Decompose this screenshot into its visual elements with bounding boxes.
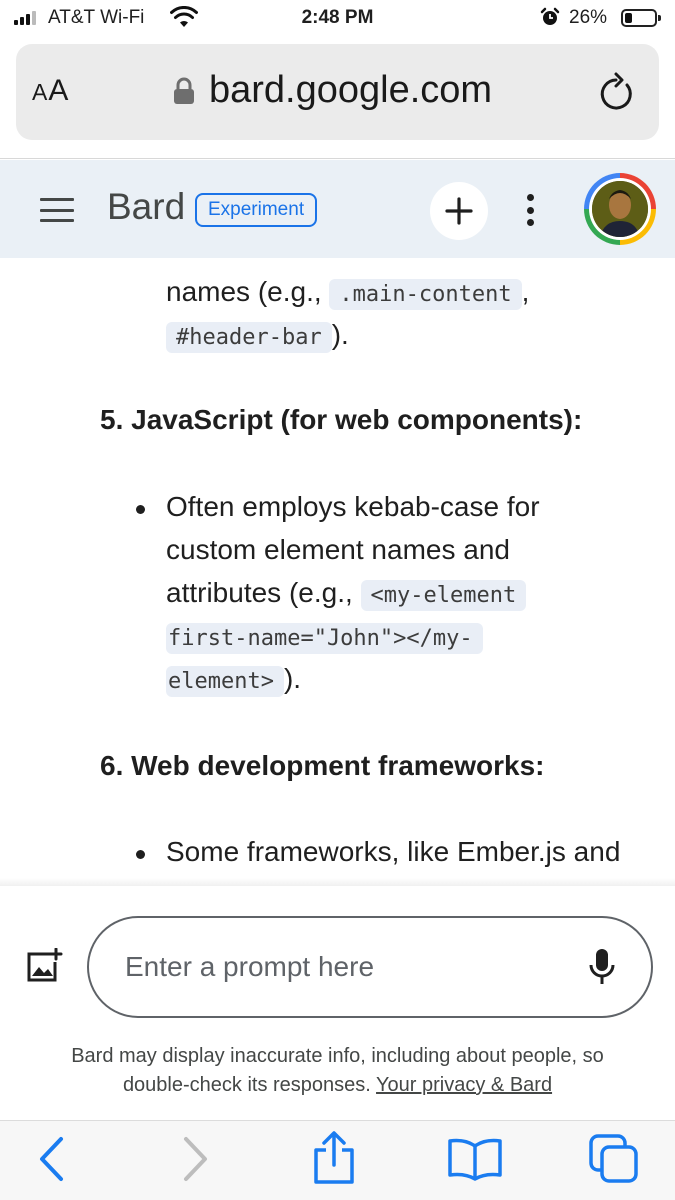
more-options-icon[interactable] — [525, 194, 535, 226]
app-header: Bard Experiment — [0, 160, 675, 258]
section-heading: 5. JavaScript (for web components): — [100, 404, 583, 435]
disclaimer-text: double-check its responses. — [122, 1074, 377, 1096]
inline-code: <my-element — [360, 580, 527, 611]
inline-code: first-name="John"></my- — [166, 623, 483, 654]
text-line: attributes (e.g., <my-element — [166, 577, 527, 611]
text-size-button[interactable]: AA — [32, 74, 69, 108]
address-bar[interactable]: AA bard.google.com — [16, 44, 659, 140]
forward-icon[interactable] — [180, 1135, 210, 1188]
response-text: Some frameworks, like Ember.js and — [166, 836, 621, 867]
bookmarks-icon[interactable] — [447, 1137, 503, 1186]
response-text: names (e.g., — [166, 276, 330, 307]
text-line: element>). — [166, 663, 302, 697]
disclaimer: Bard may display inaccurate info, includ… — [0, 1042, 675, 1100]
inline-code: .main-content — [329, 279, 522, 310]
response-text: , — [521, 276, 530, 307]
scroll-fade — [0, 878, 675, 886]
menu-icon[interactable] — [40, 198, 74, 222]
url-domain[interactable]: bard.google.com — [209, 69, 492, 112]
privacy-link[interactable]: Your privacy & Bard — [376, 1074, 552, 1096]
response-text: ). — [331, 319, 349, 350]
text-line: #header-bar). — [166, 319, 349, 353]
account-avatar-button[interactable] — [584, 173, 656, 245]
reload-icon[interactable] — [596, 70, 636, 119]
plus-icon — [445, 197, 473, 225]
upload-image-icon[interactable] — [25, 947, 63, 989]
alarm-icon — [540, 7, 560, 33]
inline-code: element> — [166, 666, 284, 697]
bullet-icon — [136, 850, 145, 859]
microphone-icon[interactable] — [588, 948, 616, 991]
response-text: custom element names and — [166, 534, 510, 565]
app-title[interactable]: Bard — [107, 186, 185, 228]
disclaimer-text: Bard may display inaccurate info, includ… — [71, 1045, 604, 1067]
response-content: names (e.g., .main-content, #header-bar)… — [0, 258, 675, 886]
browser-toolbar — [0, 1120, 675, 1200]
response-text: Often employs kebab-case for — [166, 491, 540, 522]
divider — [0, 158, 675, 159]
experiment-badge: Experiment — [195, 193, 318, 227]
response-text: ). — [283, 663, 302, 694]
battery-icon — [621, 9, 661, 27]
text-line: first-name="John"></my- — [166, 620, 483, 654]
status-bar: AT&T Wi-Fi 2:48 PM 26% — [0, 0, 675, 36]
tabs-icon[interactable] — [588, 1133, 640, 1190]
bullet-icon — [136, 505, 145, 514]
back-icon[interactable] — [36, 1135, 66, 1188]
new-chat-button[interactable] — [430, 182, 488, 240]
inline-code: #header-bar — [166, 322, 332, 353]
response-text: attributes (e.g., — [166, 577, 361, 608]
prompt-placeholder: Enter a prompt here — [125, 951, 375, 982]
prompt-input[interactable]: Enter a prompt here — [87, 916, 653, 1018]
section-heading: 6. Web development frameworks: — [100, 750, 545, 781]
battery-percentage: 26% — [569, 7, 608, 28]
text-line: names (e.g., .main-content, — [166, 276, 530, 310]
avatar — [592, 181, 648, 237]
share-icon[interactable] — [311, 1131, 357, 1190]
lock-icon — [173, 77, 195, 110]
